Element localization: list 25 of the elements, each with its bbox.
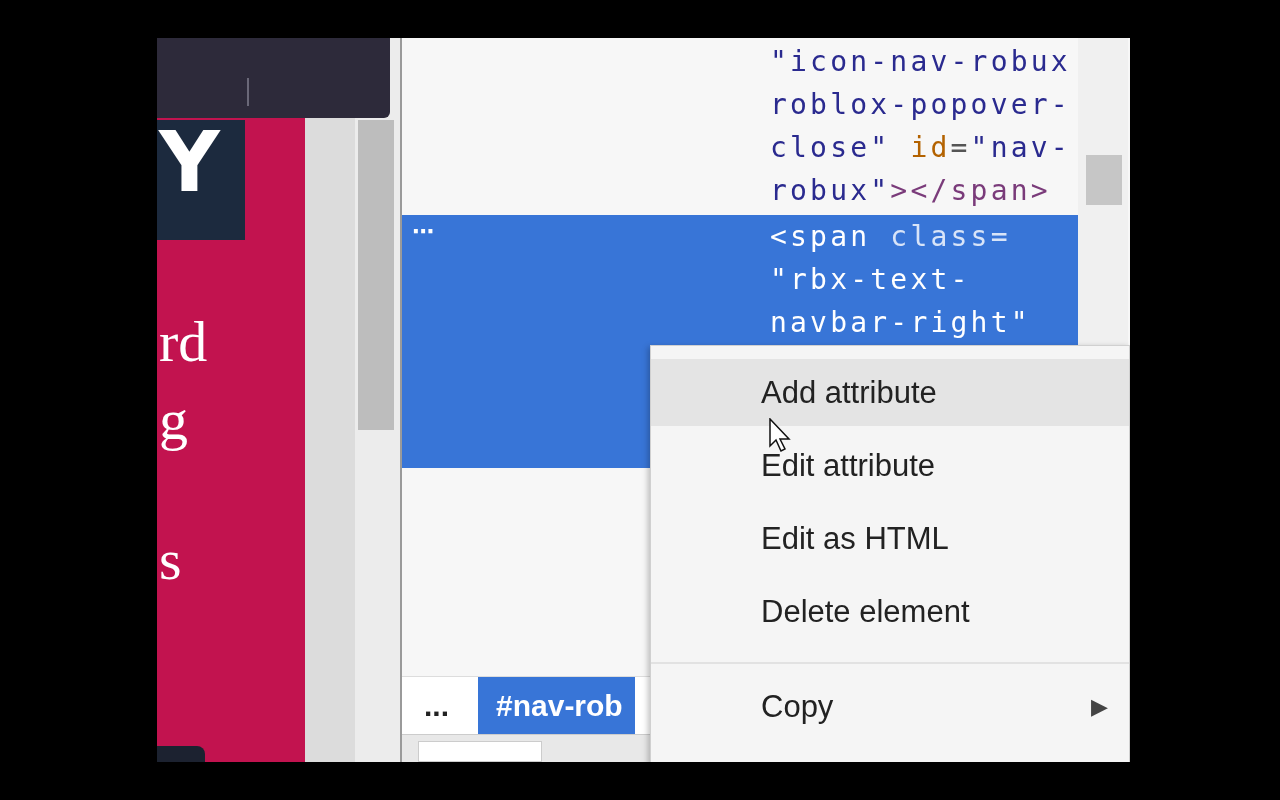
code-line: "rbx-text-	[770, 262, 971, 298]
page-element	[157, 746, 205, 762]
scrollbar-thumb[interactable]	[358, 120, 394, 430]
code-line: close" id="nav-	[770, 130, 1071, 166]
submenu-arrow-icon: ▶	[1091, 693, 1108, 720]
menu-item[interactable]: Copy ▶	[651, 670, 1129, 743]
code-line: "icon-nav-robux	[770, 44, 1071, 80]
input-field[interactable]	[418, 741, 542, 762]
page-text: g	[159, 390, 189, 450]
scrollbar-thumb[interactable]	[1086, 155, 1122, 205]
breadcrumb[interactable]: #nav-rob	[478, 677, 635, 734]
dom-node[interactable]: "icon-nav-robux roblox-popover- close" id="nav- robux"></span>	[402, 40, 1078, 212]
menu-item[interactable]: Delete element	[651, 575, 1129, 648]
mouse-pointer-icon	[769, 418, 791, 452]
code-line: roblox-popover-	[770, 87, 1071, 123]
node-menu-marker[interactable]: ⋯	[412, 219, 434, 244]
code-line: <span class=	[770, 219, 1011, 255]
menu-item[interactable]: Edit as HTML	[651, 502, 1129, 575]
page-text: s	[159, 530, 183, 590]
menu-item[interactable]: Add attribute	[651, 359, 1129, 426]
code-line: navbar-right"	[770, 305, 1031, 341]
page-text: rd	[159, 312, 209, 372]
code-line: robux"></span>	[770, 173, 1051, 209]
logo-letter: Y	[159, 120, 220, 204]
breadcrumb[interactable]: ...	[402, 677, 478, 734]
